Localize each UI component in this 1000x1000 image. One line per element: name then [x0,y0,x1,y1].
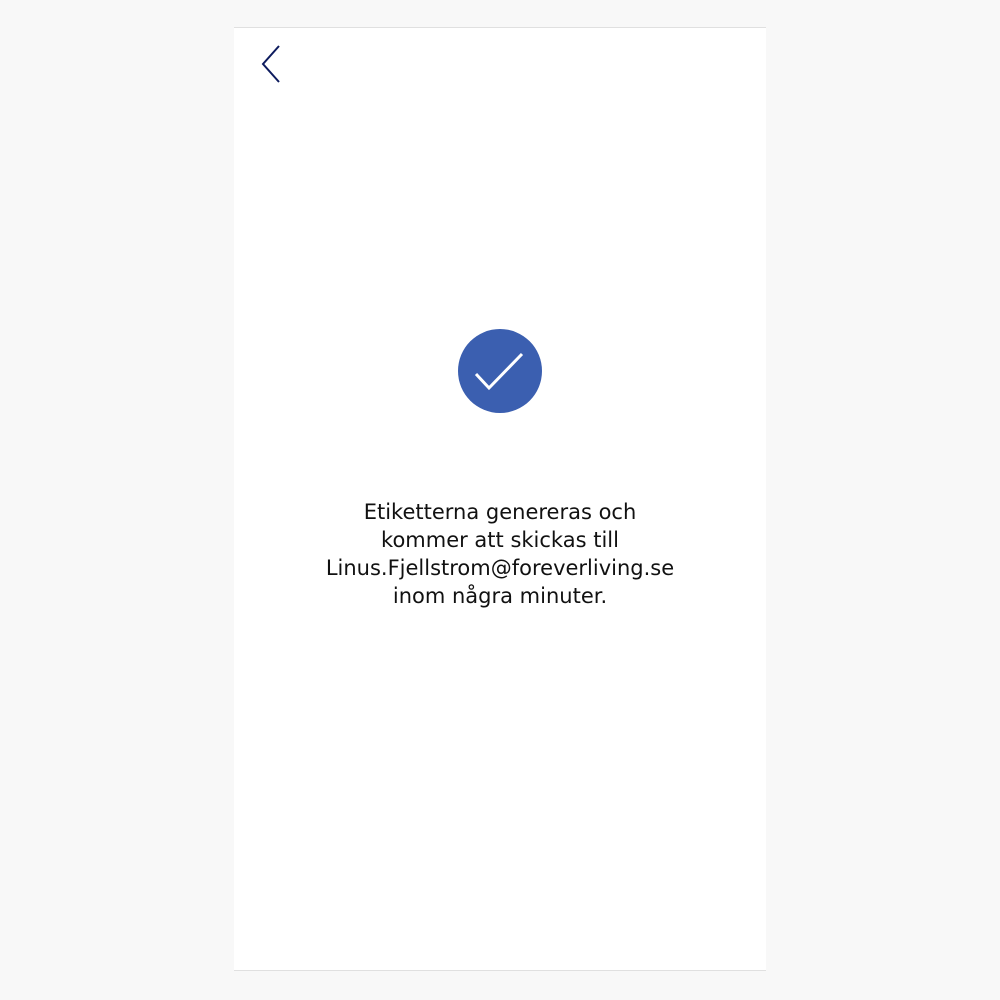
back-button[interactable] [254,42,290,86]
screen: Etiketterna genereras och kommer att ski… [234,27,766,971]
recipient-email: Linus.Fjellstrom@foreverliving.se [325,556,675,580]
confirmation-message: Etiketterna genereras och kommer att ski… [274,498,726,610]
confirmation-line-2: kommer att skickas till [381,528,619,552]
confirmation-line-4: inom några minuter. [392,584,608,608]
chevron-left-icon [261,45,280,83]
success-badge [458,329,542,413]
confirmation-line-1: Etiketterna genereras och [363,500,637,524]
checkmark-icon [474,352,524,391]
